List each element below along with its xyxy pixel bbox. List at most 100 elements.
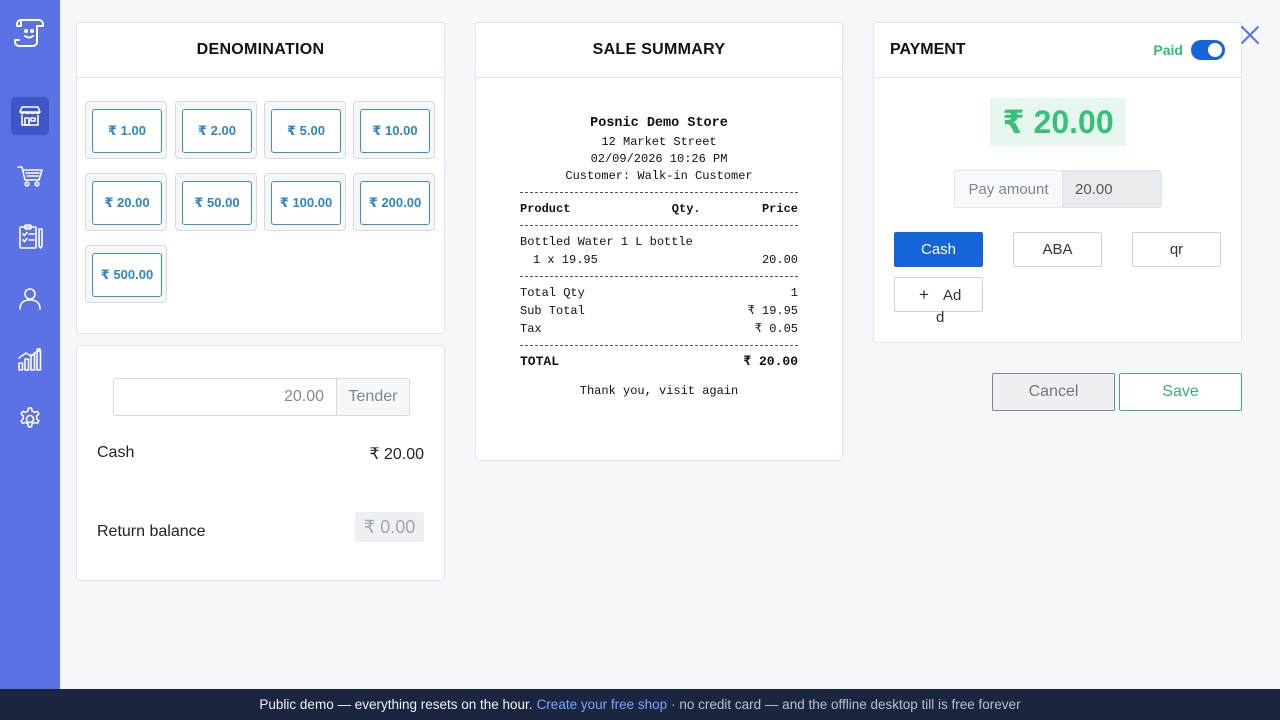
receipt-col-price: Price [761,202,798,216]
receipt-address: 12 Market Street [601,135,717,149]
pay-amount-label: Pay amount [955,171,1063,207]
sale-summary-card: SALE SUMMARY Posnic Demo Store 12 Market… [475,22,843,461]
denom-cell: ₹ 1.00 [85,101,167,159]
tender-button[interactable]: Tender [337,379,409,415]
chart-icon [18,348,42,371]
user-icon [19,288,41,310]
denom-cell: ₹ 50.00 [175,173,257,231]
denom-button-2[interactable]: ₹ 2.00 [182,109,252,153]
banner-link[interactable]: Create your free shop [537,697,668,712]
checklist-icon [19,224,43,249]
receipt-subtotal-row: Sub Total ₹ 19.95 [520,302,798,320]
tender-card: Tender Cash ₹ 20.00 Return balance ₹ 0.0… [76,345,445,581]
payment-header: PAYMENT Paid [874,23,1241,78]
receipt-total-qty-value: 1 [790,286,798,300]
receipt-item-name: Bottled Water 1 L bottle [520,233,798,251]
receipt-divider [520,276,798,277]
paid-label: Paid [1153,42,1183,58]
close-icon[interactable] [1238,23,1262,47]
cash-value: ₹ 20.00 [369,446,424,463]
add-method-label: Ad [943,287,962,304]
nav-store[interactable] [10,96,50,136]
receipt-item-row: 1 x 19.95 20.00 [520,251,798,269]
tender-group: Tender [113,378,410,416]
receipt-header-row: Product Qty. Price [520,200,798,218]
return-balance-label: Return balance [97,523,206,540]
denom-button-200[interactable]: ₹ 200.00 [360,181,430,225]
logo-icon[interactable] [12,14,48,50]
denom-cell: ₹ 200.00 [353,173,435,231]
denom-button-10[interactable]: ₹ 10.00 [360,109,430,153]
denom-cell: ₹ 100.00 [264,173,346,231]
method-aba-button[interactable]: ABA [1013,232,1102,267]
denom-cell: ₹ 5.00 [264,101,346,159]
banner-tail: · no credit card — and the offline deskt… [671,697,1021,712]
receipt-total-qty-row: Total Qty 1 [520,284,798,302]
save-button[interactable]: Save [1119,373,1242,411]
denom-cell: ₹ 500.00 [85,245,167,303]
store-icon [19,106,41,126]
payment-title: PAYMENT [890,41,966,58]
banner-lead: Public demo — everything resets on the h… [259,697,533,712]
method-qr-button[interactable]: qr [1132,232,1221,267]
receipt-divider [520,192,798,193]
nav-settings[interactable] [10,399,50,439]
tender-input[interactable] [114,379,337,415]
receipt-item-qty: 1 x 19.95 [533,253,598,267]
denom-cell: ₹ 10.00 [353,101,435,159]
toggle-knob [1208,43,1222,57]
denom-button-50[interactable]: ₹ 50.00 [182,181,252,225]
payment-amount: ₹ 20.00 [990,98,1126,146]
payment-card: PAYMENT Paid ₹ 20.00 Pay amount 20.00 Ca… [873,22,1242,343]
denom-button-100[interactable]: ₹ 100.00 [271,181,341,225]
receipt-subtotal-label: Sub Total [520,304,585,318]
paid-toggle-group: Paid [1153,40,1225,60]
nav-customers[interactable] [10,278,50,318]
receipt-footer: Thank you, visit again [579,384,739,398]
denom-cell: ₹ 20.00 [85,173,167,231]
receipt-col-product: Product [520,202,571,216]
gear-icon [20,407,40,428]
denom-button-5[interactable]: ₹ 5.00 [271,109,341,153]
receipt-tax-label: Tax [520,322,542,336]
denom-button-1[interactable]: ₹ 1.00 [92,109,162,153]
receipt: Posnic Demo Store 12 Market Street 02/09… [520,115,798,400]
receipt-subtotal-value: ₹ 19.95 [747,304,798,318]
receipt-item-price: 20.00 [761,253,798,267]
denom-cell: ₹ 2.00 [175,101,257,159]
denom-button-500[interactable]: ₹ 500.00 [92,253,162,297]
cash-label: Cash [97,444,135,461]
nav-reports[interactable] [10,217,50,257]
receipt-col-qty: Qty. [671,202,701,216]
receipt-total-qty-label: Total Qty [520,286,585,300]
paid-toggle[interactable] [1191,40,1225,60]
denomination-card: DENOMINATION ₹ 1.00 ₹ 2.00 ₹ 5.00 ₹ 10.0… [76,22,445,334]
receipt-total-row: TOTAL ₹ 20.00 [520,353,798,371]
receipt-total-label: TOTAL [520,354,560,369]
receipt-divider [520,345,798,346]
pay-amount-input[interactable]: 20.00 [1063,171,1161,207]
plus-icon: + [919,285,929,304]
receipt-total-value: ₹ 20.00 [743,354,798,369]
return-balance-value: ₹ 0.00 [355,512,424,542]
sale-summary-title: SALE SUMMARY [476,23,842,78]
sidebar [0,0,60,689]
receipt-tax-value: ₹ 0.05 [754,322,798,336]
denomination-title: DENOMINATION [77,23,444,78]
receipt-item-name-text: Bottled Water 1 L bottle [520,235,693,249]
receipt-datetime: 02/09/2026 10:26 PM [590,152,728,166]
nav-analytics[interactable] [10,339,50,379]
add-method-button[interactable]: + Ad d [894,277,983,326]
method-cash-button[interactable]: Cash [894,232,983,267]
receipt-store-name: Posnic Demo Store [590,116,728,131]
receipt-tax-row: Tax ₹ 0.05 [520,320,798,338]
cancel-button[interactable]: Cancel [992,373,1115,411]
demo-banner: Public demo — everything resets on the h… [0,689,1280,720]
cart-icon [17,166,43,187]
denom-button-20[interactable]: ₹ 20.00 [92,181,162,225]
receipt-divider [520,225,798,226]
nav-cart[interactable] [10,156,50,196]
pay-amount-group: Pay amount 20.00 [954,170,1162,208]
receipt-customer: Customer: Walk-in Customer [565,169,753,183]
add-method-label-wrap: d [936,309,945,326]
